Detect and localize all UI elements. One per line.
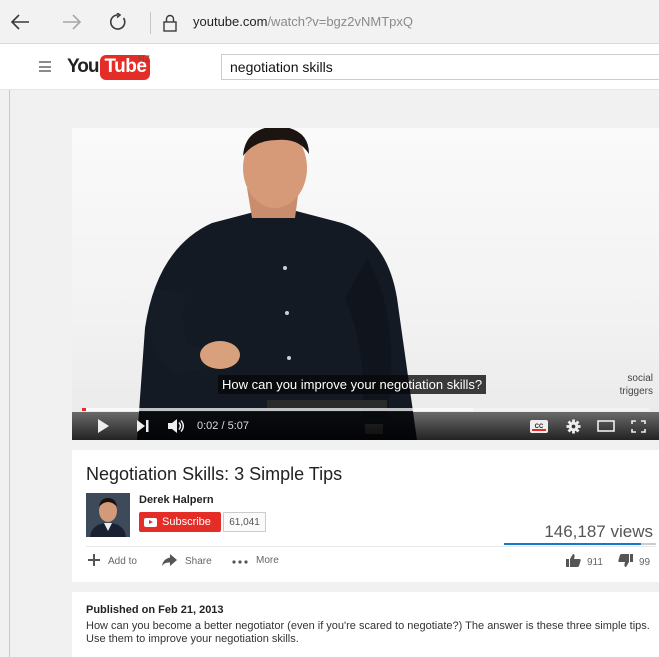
channel-watermark: social triggers [620,372,653,398]
volume-icon[interactable] [166,416,188,436]
lock-icon [162,14,178,32]
address-separator [150,12,151,34]
window-left-edge [0,90,10,657]
dislike-count: 99 [639,556,651,568]
like-count: 911 [587,556,603,568]
svg-text:CC: CC [535,424,544,430]
next-icon[interactable] [134,416,152,436]
forward-arrow-icon[interactable] [58,8,86,36]
like-dislike-bar [504,543,656,545]
subscriber-count: 61,041 [223,512,266,532]
logo-you-text: You [67,56,100,77]
video-player[interactable]: How can you improve your negotiation ski… [72,128,659,440]
country-code: NZ [138,54,150,64]
like-button[interactable]: 911 [566,554,603,570]
settings-gear-icon[interactable] [563,416,583,436]
thumbs-down-icon [618,554,633,570]
play-icon[interactable] [94,416,112,436]
description-text: How can you become a better negotiator (… [86,620,650,645]
share-label: Share [185,555,212,567]
watermark-line-2: triggers [619,386,653,397]
youtube-header: You Tube NZ negotiation skills [0,44,659,90]
share-arrow-icon [162,554,177,568]
url-domain: youtube.com [193,14,268,29]
add-plus-icon [88,554,100,568]
description-card: Published on Feb 21, 2013 How can you be… [72,592,659,657]
url-path: /watch?v=bgz2vNMTpxQ [267,14,414,29]
player-controls: 0:02 / 5:07 CC [72,412,659,440]
share-button[interactable]: Share [162,554,212,568]
fullscreen-icon[interactable] [627,416,649,436]
watermark-line-1: social [627,373,653,384]
thumbs-up-icon [566,554,581,570]
video-title: Negotiation Skills: 3 Simple Tips [86,464,343,484]
video-caption: How can you improve your negotiation ski… [218,375,487,394]
search-input[interactable]: negotiation skills [221,54,659,80]
playback-time: 0:02 / 5:07 [197,420,249,432]
youtube-play-icon [144,517,157,527]
subscribe-label: Subscribe [162,516,211,528]
add-to-label: Add to [108,555,137,567]
theater-mode-icon[interactable] [594,416,618,436]
publish-date: Published on Feb 21, 2013 [86,604,224,616]
more-button[interactable]: More [232,554,279,566]
more-label: More [256,554,279,566]
buffered-progress [82,408,474,411]
hamburger-menu-icon[interactable] [39,61,51,72]
video-info-card: Negotiation Skills: 3 Simple Tips Derek … [72,450,659,582]
back-arrow-icon[interactable] [6,8,34,36]
like-ratio-fill [504,543,641,545]
channel-name[interactable]: Derek Halpern [139,494,214,506]
dislike-button[interactable]: 99 [618,554,650,570]
played-progress [82,408,86,411]
divider [86,546,656,547]
more-dots-icon [232,554,248,566]
reload-icon[interactable] [104,8,132,36]
avatar[interactable] [86,493,130,537]
add-to-button[interactable]: Add to [88,554,137,568]
subscribe-button[interactable]: Subscribe [139,512,221,532]
progress-bar[interactable] [82,408,649,411]
captions-icon[interactable]: CC [529,416,549,436]
view-count: 146,187 views [544,522,653,541]
address-bar-url[interactable]: youtube.com/watch?v=bgz2vNMTpxQ [193,14,413,29]
browser-toolbar: youtube.com/watch?v=bgz2vNMTpxQ [0,0,659,44]
